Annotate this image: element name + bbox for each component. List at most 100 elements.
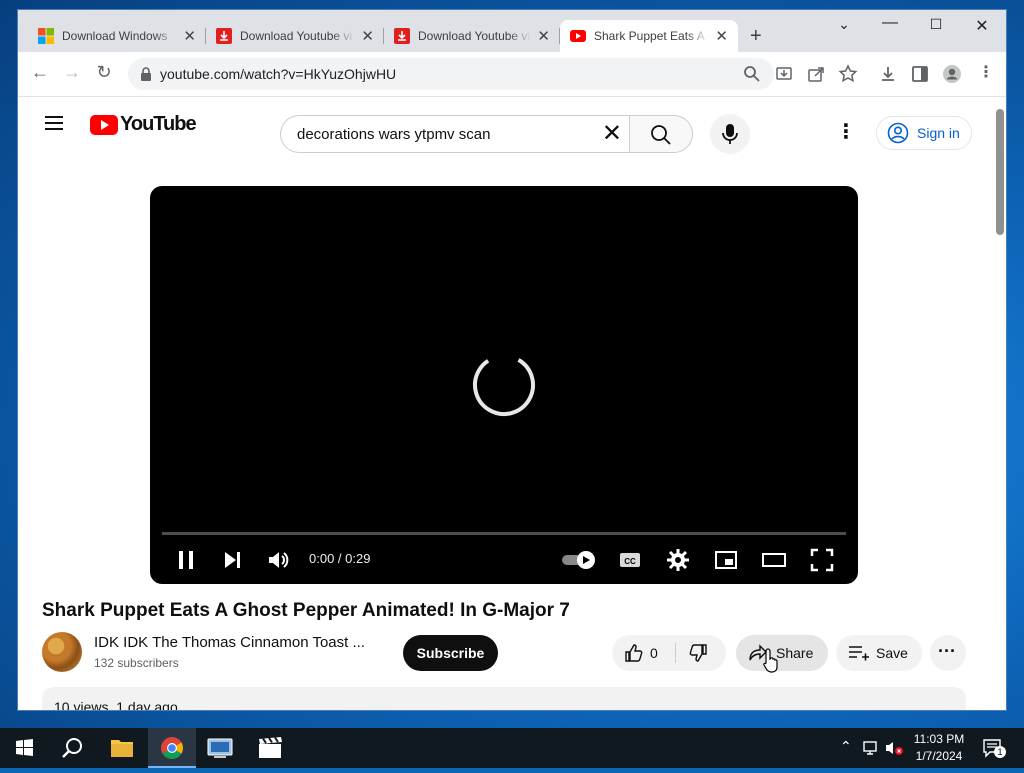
close-tab-icon[interactable]: ✕ xyxy=(715,27,728,45)
voice-search-button[interactable] xyxy=(710,114,750,154)
clapperboard-icon[interactable] xyxy=(246,728,294,768)
bookmark-star-icon[interactable] xyxy=(838,64,858,84)
miniplayer-icon[interactable] xyxy=(714,548,738,572)
save-button[interactable]: Save xyxy=(836,635,922,671)
tab-download-youtube-2[interactable]: Download Youtube vi ✕ xyxy=(384,20,560,52)
download-red-icon xyxy=(394,28,410,44)
tab-search-icon[interactable]: ⌄ xyxy=(834,16,854,33)
share-page-icon[interactable] xyxy=(806,64,826,84)
sign-in-label: Sign in xyxy=(917,125,960,141)
tab-title: Download Youtube vi xyxy=(240,29,353,43)
channel-avatar[interactable] xyxy=(42,632,82,672)
video-player[interactable]: 0:00 / 0:29 CC xyxy=(150,186,858,584)
close-tab-icon[interactable]: ✕ xyxy=(537,27,550,45)
chrome-icon xyxy=(161,737,183,759)
downloads-icon[interactable] xyxy=(878,64,898,84)
tab-download-youtube-1[interactable]: Download Youtube vi ✕ xyxy=(206,20,384,52)
taskbar: ⌃ 11:03 PM 1/7/2024 1 xyxy=(0,728,1024,768)
like-dislike-group: 0 xyxy=(612,635,726,671)
more-actions-button[interactable]: ··· xyxy=(930,635,966,671)
volume-muted-icon[interactable] xyxy=(884,740,904,756)
side-panel-icon[interactable] xyxy=(910,64,930,84)
views-and-date: 10 views 1 day ago xyxy=(54,699,178,710)
clock-date: 1/7/2024 xyxy=(915,749,963,763)
tab-title: Download Windows xyxy=(62,29,168,43)
subscribe-button[interactable]: Subscribe xyxy=(403,635,498,671)
more-horizontal-icon: ··· xyxy=(938,641,956,661)
youtube-icon xyxy=(570,30,586,42)
back-icon[interactable]: ← xyxy=(28,62,52,83)
like-icon[interactable] xyxy=(624,643,644,663)
notification-count: 1 xyxy=(994,746,1006,758)
share-button[interactable]: Share xyxy=(736,635,828,671)
control-panel-icon[interactable] xyxy=(196,728,244,768)
progress-bar[interactable] xyxy=(162,532,846,535)
loading-spinner-icon xyxy=(473,354,535,416)
svg-text:CC: CC xyxy=(624,557,636,566)
settings-gear-icon[interactable] xyxy=(666,548,690,572)
like-count: 0 xyxy=(650,645,658,661)
scrollbar-thumb[interactable] xyxy=(996,109,1004,235)
time-display: 0:00 / 0:29 xyxy=(309,551,371,566)
hamburger-menu-icon[interactable] xyxy=(44,115,64,131)
save-label: Save xyxy=(876,645,908,661)
zoom-icon[interactable] xyxy=(742,64,762,84)
file-explorer-icon[interactable] xyxy=(98,728,146,768)
microphone-icon xyxy=(722,124,738,144)
start-windows-icon[interactable] xyxy=(0,728,48,768)
theater-mode-icon[interactable] xyxy=(762,548,786,572)
system-clock[interactable]: 11:03 PM 1/7/2024 xyxy=(904,731,974,765)
tab-download-windows[interactable]: Download Windows ✕ xyxy=(28,20,206,52)
notification-center-button[interactable]: 1 xyxy=(982,738,1006,758)
search-input[interactable]: decorations wars ytpmv scan ✕ xyxy=(280,115,630,153)
fullscreen-icon[interactable] xyxy=(810,548,834,572)
tray-overflow-icon[interactable]: ⌃ xyxy=(840,738,852,755)
search-taskbar-icon[interactable] xyxy=(48,728,96,768)
subscriber-count: 132 subscribers xyxy=(94,656,179,670)
dislike-icon[interactable] xyxy=(688,643,708,663)
captions-icon[interactable]: CC xyxy=(618,548,642,572)
url-text: youtube.com/watch?v=HkYuzOhjwHU xyxy=(160,66,397,82)
profile-icon[interactable] xyxy=(942,64,962,84)
address-bar[interactable]: youtube.com/watch?v=HkYuzOhjwHU xyxy=(128,58,858,90)
close-tab-icon[interactable]: ✕ xyxy=(361,27,374,45)
autoplay-toggle-icon[interactable] xyxy=(560,548,598,572)
settings-more-icon[interactable]: ⋮ xyxy=(834,119,858,144)
forward-icon[interactable]: → xyxy=(60,62,84,83)
volume-icon[interactable] xyxy=(266,548,290,572)
pause-icon[interactable] xyxy=(174,548,198,572)
youtube-page: YouTube decorations wars ytpmv scan ✕ ⋮ … xyxy=(18,97,1006,710)
sign-in-button[interactable]: Sign in xyxy=(876,116,972,150)
clear-search-icon[interactable]: ✕ xyxy=(602,122,622,146)
tab-title: Download Youtube vi xyxy=(418,29,531,43)
like-divider xyxy=(675,643,676,663)
account-icon xyxy=(887,122,909,144)
chrome-menu-icon[interactable]: ⋮ xyxy=(974,62,998,82)
search-button[interactable] xyxy=(629,115,693,153)
channel-name[interactable]: IDK IDK The Thomas Cinnamon Toast ... xyxy=(94,634,365,651)
next-icon[interactable] xyxy=(220,548,244,572)
youtube-logo-text: YouTube xyxy=(120,113,197,135)
windows-icon xyxy=(38,28,54,44)
install-app-icon[interactable] xyxy=(774,64,794,84)
reload-icon[interactable]: ↻ xyxy=(92,62,116,83)
youtube-play-icon xyxy=(90,114,118,135)
close-window-button[interactable]: ✕ xyxy=(972,16,992,36)
browser-toolbar: ← → ↻ youtube.com/watch?v=HkYuzOhjwHU ⋮ xyxy=(18,52,1006,96)
new-tab-button[interactable]: + xyxy=(750,26,762,46)
tab-shark-puppet[interactable]: Shark Puppet Eats A ✕ xyxy=(560,20,738,52)
lock-icon xyxy=(141,67,151,81)
tab-title: Shark Puppet Eats A xyxy=(594,29,705,43)
search-query: decorations wars ytpmv scan xyxy=(297,126,491,143)
close-tab-icon[interactable]: ✕ xyxy=(183,27,196,45)
browser-window: Download Windows ✕ Download Youtube vi ✕… xyxy=(18,10,1006,710)
save-playlist-icon xyxy=(849,646,869,661)
description-box[interactable]: 10 views 1 day ago xyxy=(42,687,966,710)
network-icon[interactable] xyxy=(862,740,880,756)
video-title: Shark Puppet Eats A Ghost Pepper Animate… xyxy=(42,600,570,621)
tab-strip: Download Windows ✕ Download Youtube vi ✕… xyxy=(18,10,1006,52)
youtube-logo[interactable]: YouTube xyxy=(90,113,197,136)
minimize-button[interactable]: — xyxy=(880,14,900,32)
maximize-button[interactable]: ☐ xyxy=(926,16,946,33)
chrome-taskbar-button[interactable] xyxy=(148,728,196,768)
